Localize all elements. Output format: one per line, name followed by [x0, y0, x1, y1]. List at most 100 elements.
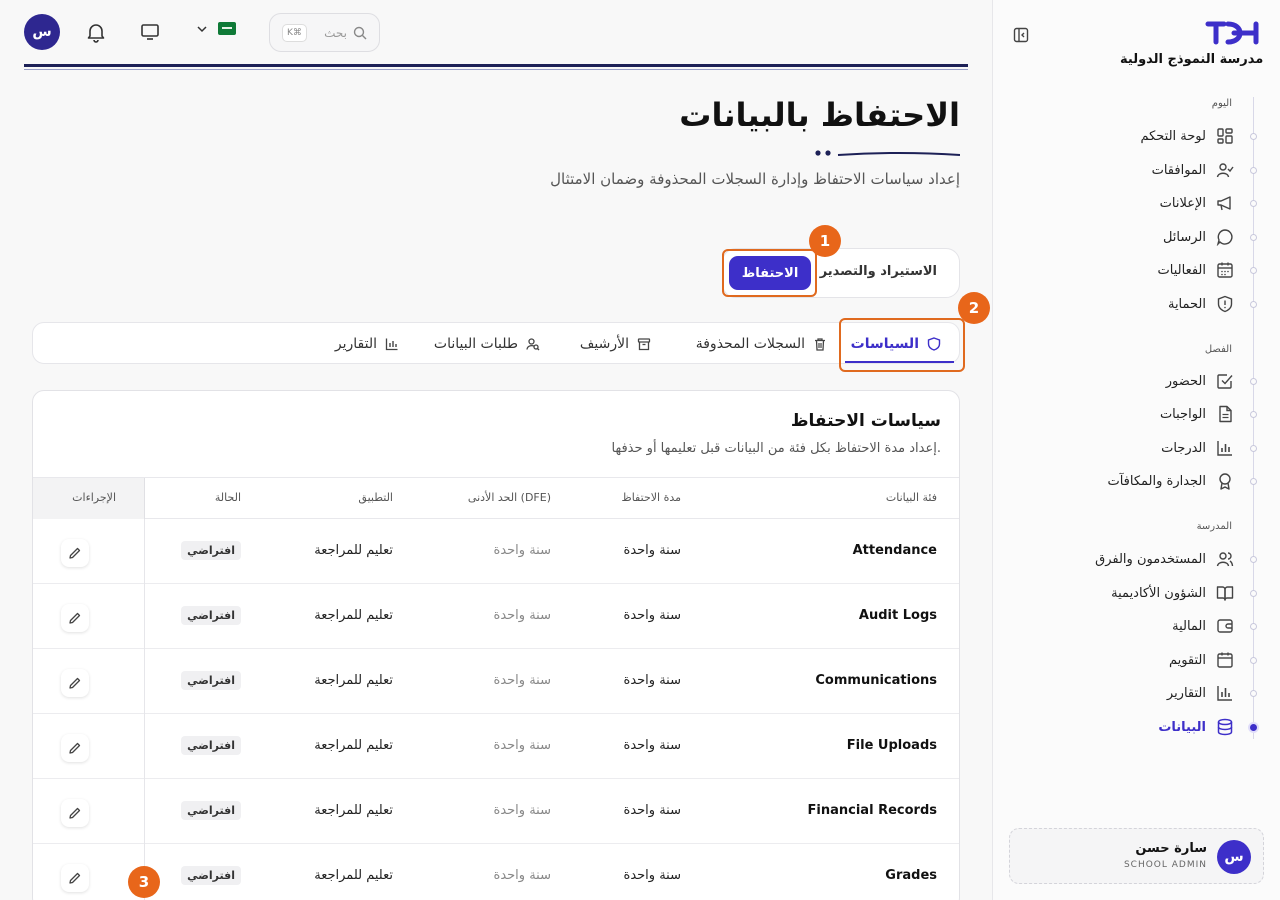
sidebar-item-label: الحماية: [1167, 296, 1206, 312]
cell-category: Attendance: [852, 543, 937, 558]
sidebar-item-data[interactable]: البيانات: [992, 712, 1280, 742]
status-badge: افتراضي: [181, 801, 241, 820]
card-title: سياسات الاحتفاظ: [790, 411, 941, 431]
column-header-period: مدة الاحتفاظ: [621, 491, 681, 504]
tab-reports[interactable]: التقارير: [335, 323, 399, 365]
edit-button[interactable]: [61, 734, 89, 762]
nav-dot: [1250, 689, 1257, 697]
dashboard-icon: [1217, 128, 1233, 144]
nav-dot: [1250, 444, 1257, 452]
user-avatar: س: [1217, 840, 1251, 874]
sidebar-item-dashboard[interactable]: لوحة التحكم: [992, 121, 1280, 151]
bar-chart-icon: [1217, 441, 1232, 456]
edit-button[interactable]: [61, 864, 89, 892]
user-role: SCHOOL ADMIN: [1123, 860, 1207, 870]
cell-application: تعليم للمراجعة: [314, 803, 393, 818]
cell-minimum: سنة واحدة: [493, 673, 551, 688]
actions-cell: [33, 714, 145, 779]
pencil-icon: [69, 547, 81, 559]
page-title: الاحتفاظ بالبيانات: [679, 96, 960, 134]
sidebar-item-grades[interactable]: الدرجات: [992, 433, 1280, 463]
sidebar-item-users-teams[interactable]: المستخدمون والفرق: [992, 544, 1280, 574]
sidebar-item-safeguarding[interactable]: الحماية: [992, 289, 1280, 319]
user-profile-card[interactable]: س سارة حسن SCHOOL ADMIN: [1009, 828, 1264, 884]
edit-button[interactable]: [61, 669, 89, 697]
table-row: File Uploads سنة واحدة سنة واحدة تعليم ل…: [33, 714, 959, 779]
sidebar-item-calendar[interactable]: التقويم: [992, 645, 1280, 675]
pencil-icon: [69, 742, 81, 754]
cell-application: تعليم للمراجعة: [314, 608, 393, 623]
nav-dot: [1250, 233, 1257, 241]
sidebar-item-reports[interactable]: التقارير: [992, 678, 1280, 708]
nav-section-today: اليوم: [1211, 98, 1232, 109]
column-header-application: التطبيق: [358, 491, 393, 504]
cell-category: Audit Logs: [858, 608, 937, 623]
sidebar-item-label: لوحة التحكم: [1140, 128, 1206, 144]
sub-tabs: السياسات السجلات المحذوفة الأرشيف طلبات …: [32, 322, 960, 364]
cell-category: Communications: [815, 673, 937, 688]
users-icon: [1216, 552, 1234, 567]
annotation-badge-2: 2: [958, 292, 990, 324]
sidebar-item-label: المالية: [1172, 618, 1206, 634]
title-decoration: [815, 150, 960, 156]
sidebar-item-academics[interactable]: الشؤون الأكاديمية: [992, 578, 1280, 608]
actions-cell: [33, 519, 145, 584]
search-input[interactable]: K⌘ بحث: [269, 13, 380, 52]
tab-label: طلبات البيانات: [433, 336, 518, 352]
status-badge: افتراضي: [181, 541, 241, 560]
sidebar-item-label: الحضور: [1165, 373, 1206, 389]
monitor-icon[interactable]: [139, 21, 161, 43]
sidebar-item-events[interactable]: الفعاليات: [992, 255, 1280, 285]
collapse-sidebar-icon[interactable]: [1013, 27, 1029, 43]
actions-cell: [33, 779, 145, 844]
message-icon: [1216, 229, 1233, 246]
card-subtitle: إعداد مدة الاحتفاظ بكل فئة من البيانات ق…: [611, 441, 942, 456]
tab-deleted-records[interactable]: السجلات المحذوفة: [696, 323, 827, 365]
sidebar-item-label: الشؤون الأكاديمية: [1111, 585, 1206, 601]
nav-dot: [1250, 622, 1257, 630]
megaphone-icon: [1217, 196, 1231, 211]
school-logo: مدرسة النموذج الدولية: [1120, 16, 1264, 67]
archive-icon: [637, 338, 651, 351]
tab-import-export[interactable]: الاستيراد والتصدير: [820, 264, 937, 279]
cell-minimum: سنة واحدة: [493, 738, 551, 753]
tab-data-requests[interactable]: طلبات البيانات: [434, 323, 540, 365]
sidebar-item-attendance[interactable]: الحضور: [992, 366, 1280, 396]
page-subtitle: إعداد سياسات الاحتفاظ وإدارة السجلات الم…: [550, 170, 960, 188]
nav-dot: [1250, 555, 1257, 563]
nav-dot: [1250, 477, 1257, 485]
sidebar-item-merits[interactable]: الجدارة والمكافآت: [992, 466, 1280, 496]
saudi-flag-icon: [218, 22, 236, 35]
user-name: سارة حسن: [1135, 841, 1207, 856]
cell-minimum: سنة واحدة: [493, 868, 551, 883]
annotation-badge-3: 3: [128, 866, 160, 898]
pencil-icon: [69, 872, 81, 884]
actions-cell: [33, 649, 145, 714]
sidebar-item-label: المستخدمون والفرق: [1095, 551, 1206, 567]
edit-button[interactable]: [61, 799, 89, 827]
sidebar-item-label: الرسائل: [1162, 229, 1206, 245]
language-selector[interactable]: [196, 22, 236, 35]
account-avatar-button[interactable]: س: [24, 14, 60, 50]
table-row: Grades سنة واحدة سنة واحدة تعليم للمراجع…: [33, 844, 959, 900]
status-badge: افتراضي: [181, 671, 241, 690]
tab-archive[interactable]: الأرشيف: [580, 323, 651, 365]
chevron-down-icon: [197, 25, 207, 32]
edit-button[interactable]: [61, 539, 89, 567]
sidebar-item-messages[interactable]: الرسائل: [992, 222, 1280, 252]
status-badge: افتراضي: [181, 866, 241, 885]
edit-button[interactable]: [61, 604, 89, 632]
cell-category: Financial Records: [807, 803, 937, 818]
school-name: مدرسة النموذج الدولية: [1120, 52, 1264, 67]
sidebar-item-approvals[interactable]: الموافقات: [992, 155, 1280, 185]
search-icon: [353, 26, 367, 39]
sidebar-item-announcements[interactable]: الإعلانات: [992, 188, 1280, 218]
sidebar-item-finance[interactable]: المالية: [992, 611, 1280, 641]
sidebar-item-homework[interactable]: الواجبات: [992, 399, 1280, 429]
table-row: Communications سنة واحدة سنة واحدة تعليم…: [33, 649, 959, 714]
sidebar-item-label: الموافقات: [1151, 162, 1206, 178]
nav-dot: [1250, 589, 1257, 597]
actions-cell: [33, 844, 145, 900]
bell-icon[interactable]: [85, 21, 107, 43]
pencil-icon: [69, 612, 81, 624]
